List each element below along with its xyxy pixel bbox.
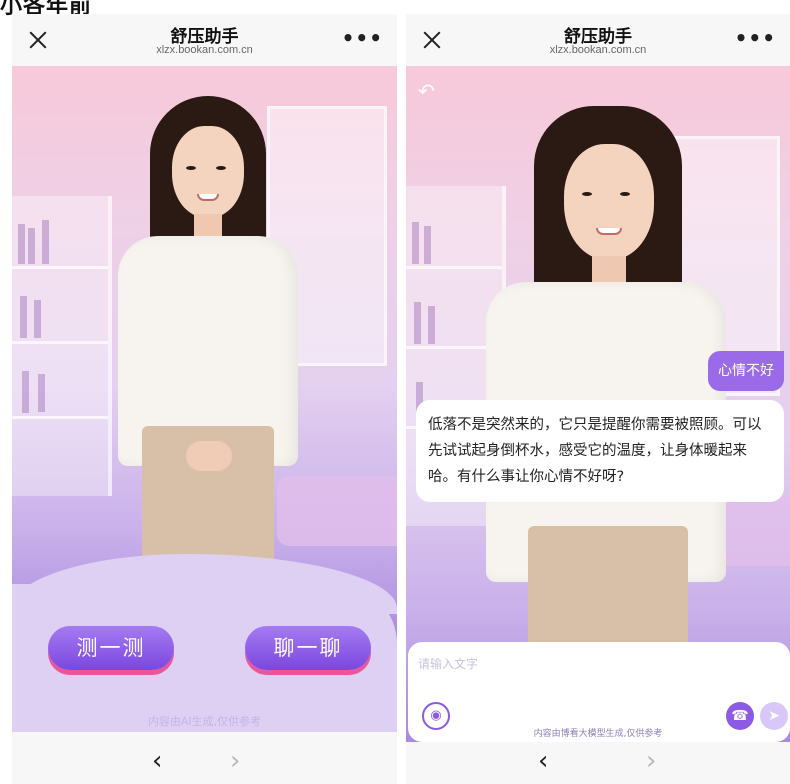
back-arrow-icon[interactable]: ‹	[538, 748, 548, 774]
chat-button[interactable]: 聊一聊	[245, 626, 371, 670]
back-arrow-icon[interactable]: ‹	[152, 748, 162, 774]
ai-disclaimer: 内容由博看大模型生成,仅供参考	[533, 729, 663, 739]
more-icon[interactable]: •••	[735, 28, 776, 48]
forward-arrow-icon[interactable]: ›	[646, 748, 656, 774]
right-screen: 舒压助手 xlzx.bookan.com.cn ••• ↶ 心情不好 低落不是突…	[406, 14, 790, 784]
test-button[interactable]: 测一测	[48, 626, 174, 670]
browser-toolbar: ‹ ›	[12, 742, 397, 784]
forward-arrow-icon[interactable]: ›	[230, 748, 240, 774]
more-icon[interactable]: •••	[342, 28, 383, 48]
nav-bar: 舒压助手 xlzx.bookan.com.cn •••	[12, 14, 397, 66]
nav-bar: 舒压助手 xlzx.bookan.com.cn •••	[406, 14, 790, 66]
message-input[interactable]	[418, 652, 778, 676]
browser-toolbar: ‹ ›	[406, 742, 790, 784]
undo-icon[interactable]: ↶	[418, 80, 440, 102]
nav-url: xlzx.bookan.com.cn	[156, 44, 253, 56]
nav-url: xlzx.bookan.com.cn	[549, 44, 647, 56]
bot-message-bubble: 低落不是突然来的，它只是提醒你需要被照顾。可以先试试起身倒杯水，感受它的温度，让…	[416, 400, 784, 502]
user-message-bubble: 心情不好	[708, 351, 784, 391]
ai-disclaimer: 内容由AI生成,仅供参考	[147, 715, 262, 728]
left-screen: 舒压助手 xlzx.bookan.com.cn ••• 测一测 聊一聊 内容由A…	[12, 14, 397, 784]
